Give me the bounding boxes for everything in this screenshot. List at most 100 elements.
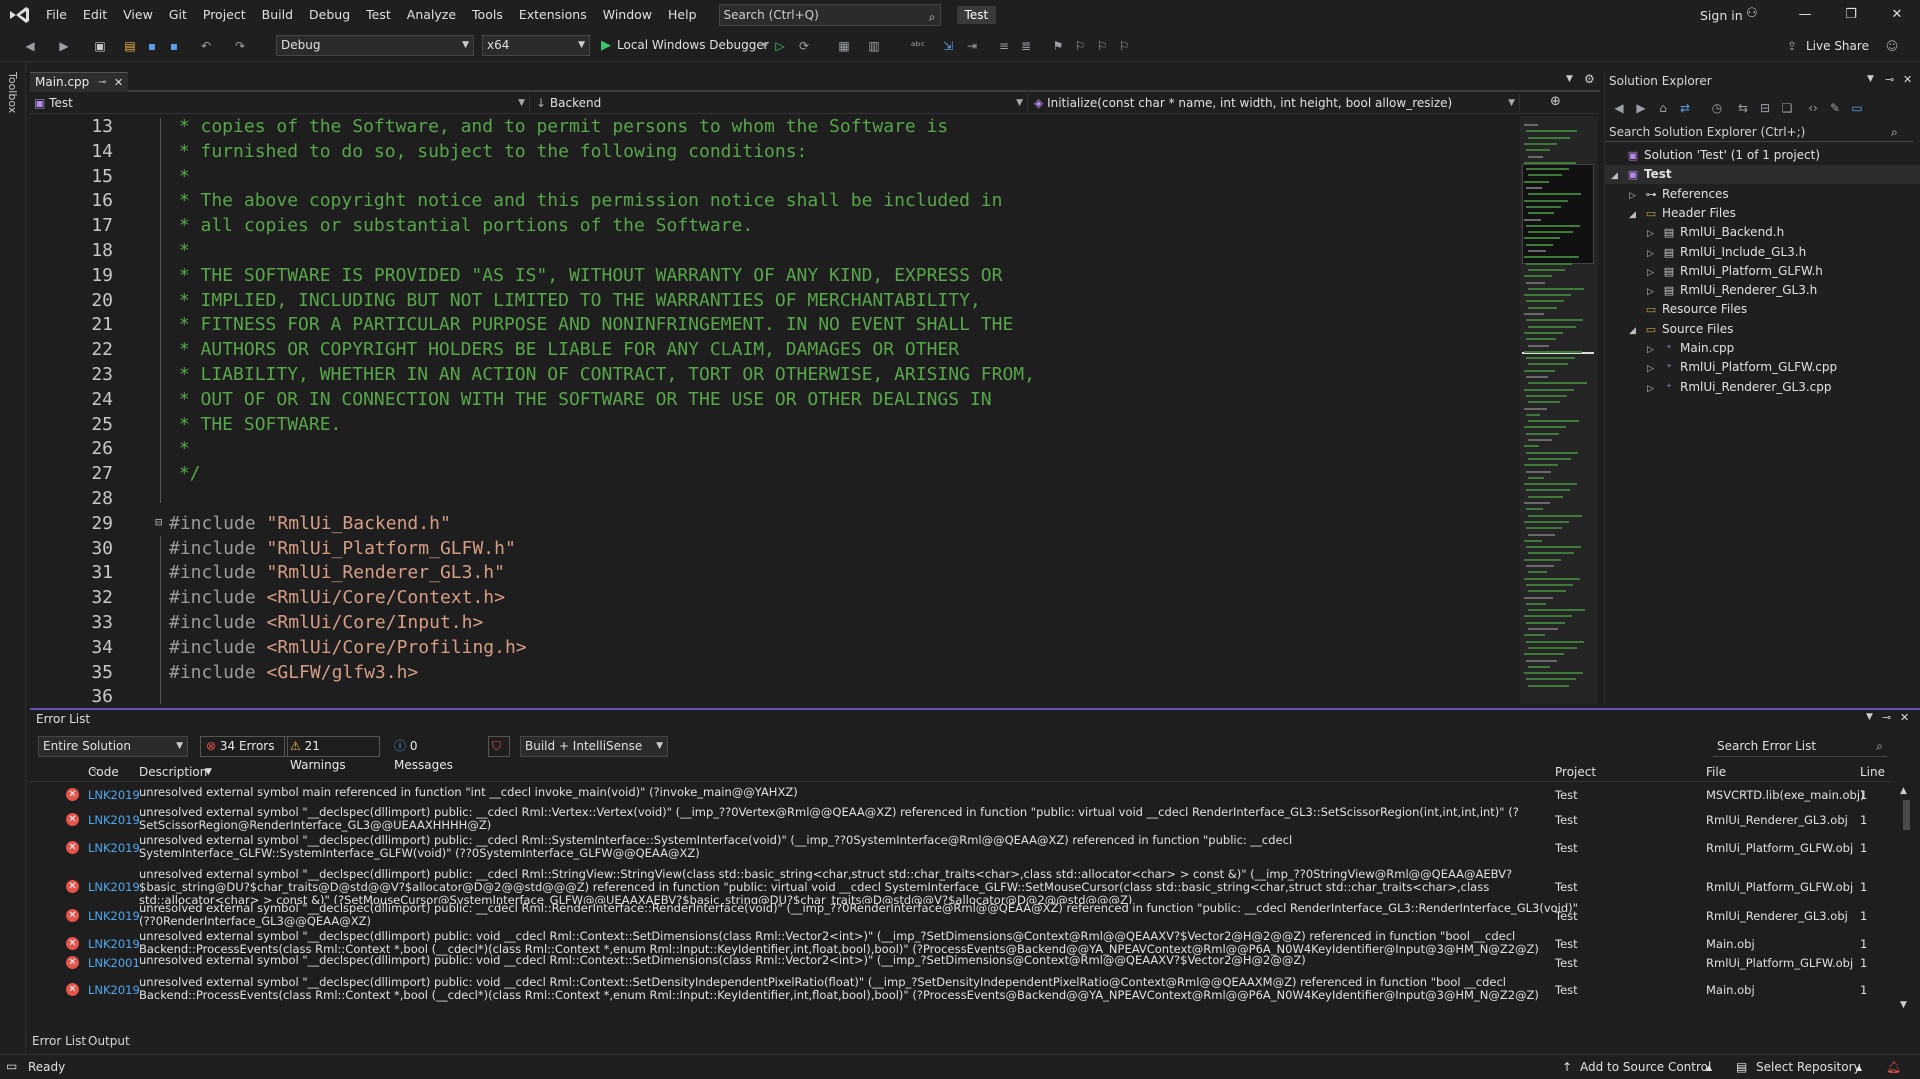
menu-build[interactable]: Build: [254, 0, 301, 30]
tree-item-rmlui-backend-h[interactable]: ▷ ▤ RmlUi_Backend.h: [1605, 223, 1784, 242]
collapsed-icon[interactable]: ▷: [1647, 380, 1661, 399]
notifications-icon[interactable]: 🔔︎: [1886, 1060, 1901, 1074]
close-panel-icon[interactable]: ✕: [1900, 711, 1909, 724]
code-line[interactable]: 19 * THE SOFTWARE IS PROVIDED "AS IS", W…: [30, 265, 1520, 290]
code-line[interactable]: 29 #include "RmlUi_Backend.h": [30, 513, 1520, 538]
live-share-button[interactable]: Live Share: [1806, 39, 1869, 53]
expanded-icon[interactable]: ◢: [1629, 206, 1643, 225]
code-line[interactable]: 27 */: [30, 463, 1520, 488]
tree-item-source-files[interactable]: ◢ ▭ Source Files: [1605, 320, 1733, 339]
bookmark-next-icon[interactable]: ⚐: [1094, 38, 1110, 54]
tree-item-test[interactable]: ◢ ▣ Test: [1605, 165, 1920, 186]
open-folder-icon[interactable]: ▤: [122, 38, 138, 54]
column-description[interactable]: Description: [139, 762, 207, 782]
layout-icon[interactable]: ▥: [866, 38, 882, 54]
chevron-up-icon[interactable]: ▲: [1706, 1063, 1712, 1072]
menu-debug[interactable]: Debug: [301, 0, 358, 30]
spellcheck-icon[interactable]: ᵃᵇᶜ: [910, 38, 926, 54]
chevron-down-icon[interactable]: ▼: [1867, 74, 1874, 84]
start-without-debugging-icon[interactable]: ▷: [772, 38, 788, 54]
uncomment-icon[interactable]: ≣: [1018, 38, 1034, 54]
error-code[interactable]: LNK2019: [88, 813, 140, 827]
project-scope-dropdown[interactable]: ▣ Test ▼: [30, 94, 530, 112]
tree-item-rmlui-include-gl3-h[interactable]: ▷ ▤ RmlUi_Include_GL3.h: [1605, 243, 1806, 262]
chevron-up-icon[interactable]: ▲: [1856, 1063, 1862, 1072]
table-row[interactable]: ✕ LNK2019 unresolved external symbol "__de…: [30, 834, 1890, 860]
column-file[interactable]: File: [1706, 762, 1726, 782]
comment-icon[interactable]: ≡: [996, 38, 1012, 54]
split-editor-icon[interactable]: ⊕: [1550, 94, 1561, 109]
step-icon[interactable]: ⇲: [940, 38, 956, 54]
pin-icon[interactable]: ⊸: [1882, 711, 1891, 724]
collapsed-icon[interactable]: ▷: [1647, 360, 1661, 379]
tree-item-rmlui-platform-glfw-cpp[interactable]: ▷ ⁺ RmlUi_Platform_GLFW.cpp: [1605, 358, 1837, 377]
feedback-icon[interactable]: ☺: [1884, 38, 1900, 54]
menu-view[interactable]: View: [115, 0, 161, 30]
menu-test[interactable]: Test: [358, 0, 399, 30]
scroll-down-icon[interactable]: ▼: [1900, 1000, 1907, 1010]
menu-help[interactable]: Help: [660, 0, 705, 30]
code-line[interactable]: 15 *: [30, 166, 1520, 191]
bookmark-prev-icon[interactable]: ⚐: [1072, 38, 1088, 54]
code-line[interactable]: 18 *: [30, 240, 1520, 265]
tab-main-cpp[interactable]: Main.cpp ⊸ ✕: [30, 72, 128, 92]
tree-item-solution-test-1-of-1-project[interactable]: ▣ Solution 'Test' (1 of 1 project): [1605, 146, 1820, 165]
expanded-icon[interactable]: ◢: [1629, 322, 1643, 341]
show-all-files-icon[interactable]: ❏: [1779, 100, 1795, 116]
menu-file[interactable]: File: [38, 0, 75, 30]
menu-git[interactable]: Git: [161, 0, 195, 30]
bookmark-icon[interactable]: ⚑: [1050, 38, 1066, 54]
minimap-scrollbar[interactable]: [1520, 116, 1598, 704]
menu-project[interactable]: Project: [195, 0, 254, 30]
configuration-select[interactable]: Debug ▼: [276, 35, 474, 56]
expanded-icon[interactable]: ◢: [1611, 167, 1625, 186]
platform-select[interactable]: x64 ▼: [482, 35, 590, 56]
tree-item-rmlui-renderer-gl3-cpp[interactable]: ▷ ⁺ RmlUi_Renderer_GL3.cpp: [1605, 378, 1832, 397]
error-code[interactable]: LNK2019: [88, 788, 140, 802]
error-code[interactable]: LNK2019: [88, 841, 140, 855]
column-project[interactable]: Project: [1555, 762, 1596, 782]
history-icon[interactable]: ◷: [1709, 100, 1725, 116]
column-line[interactable]: Line: [1860, 762, 1885, 782]
chevron-down-icon[interactable]: ▼: [1566, 74, 1573, 84]
sign-in-link[interactable]: Sign in: [1700, 8, 1743, 23]
error-list-scrollbar[interactable]: ▲ ▼: [1900, 786, 1912, 1014]
table-row[interactable]: ✕ LNK2019 unresolved external symbol "__de…: [30, 806, 1890, 832]
build-intellisense-select[interactable]: Build + IntelliSense ▼: [520, 736, 668, 757]
scope-select[interactable]: Entire Solution ▼: [38, 736, 188, 757]
wrench-icon[interactable]: ✎: [1827, 100, 1843, 116]
code-text-area[interactable]: ⊟ 13 * copies of the Software, and to pe…: [30, 116, 1520, 704]
code-line[interactable]: 25 * THE SOFTWARE.: [30, 414, 1520, 439]
minimize-icon[interactable]: —: [1782, 0, 1828, 30]
table-row[interactable]: ✕ LNK2019 unresolved external symbol "__de…: [30, 902, 1890, 928]
error-code[interactable]: LNK2001: [88, 956, 140, 970]
table-row[interactable]: ✕ LNK2019 unresolved external symbol "__de…: [30, 930, 1890, 956]
global-search-input[interactable]: Search (Ctrl+Q) ⌕: [718, 4, 941, 26]
code-line[interactable]: 21 * FITNESS FOR A PARTICULAR PURPOSE AN…: [30, 314, 1520, 339]
errors-filter-toggle[interactable]: ⊗ 34 Errors: [200, 736, 288, 757]
save-icon[interactable]: ▪: [144, 38, 160, 54]
code-line[interactable]: 24 * OUT OF OR IN CONNECTION WITH THE SO…: [30, 389, 1520, 414]
code-line[interactable]: 36: [30, 686, 1520, 704]
table-row[interactable]: ✕ LNK2019 unresolved external symbol "__de…: [30, 976, 1890, 1002]
code-line[interactable]: 30 #include "RmlUi_Platform_GLFW.h": [30, 538, 1520, 563]
error-code[interactable]: LNK2019: [88, 880, 140, 894]
start-debugger-button[interactable]: Local Windows Debugger: [617, 38, 769, 52]
back-icon[interactable]: ◀: [22, 38, 38, 54]
code-line[interactable]: 26 *: [30, 438, 1520, 463]
chevron-down-icon[interactable]: ▼: [1866, 712, 1873, 722]
column-code[interactable]: Code: [88, 762, 119, 782]
code-view-icon[interactable]: ‹›: [1805, 100, 1821, 116]
switch-views-icon[interactable]: ⇄: [1677, 100, 1693, 116]
error-code[interactable]: LNK2019: [88, 983, 140, 997]
bookmark-clear-icon[interactable]: ⚐: [1116, 38, 1132, 54]
forward-icon[interactable]: ▶: [56, 38, 72, 54]
add-source-control-button[interactable]: Add to Source Control: [1580, 1060, 1711, 1074]
pin-icon[interactable]: ⊸: [98, 73, 106, 92]
restore-icon[interactable]: ❐: [1828, 0, 1874, 30]
collapsed-icon[interactable]: ▷: [1629, 187, 1643, 206]
code-line[interactable]: 23 * LIABILITY, WHETHER IN AN ACTION OF …: [30, 364, 1520, 389]
tree-item-references[interactable]: ▷ ⊶ References: [1605, 185, 1729, 204]
collapsed-icon[interactable]: ▷: [1647, 225, 1661, 244]
sync-icon[interactable]: ⇆: [1735, 100, 1751, 116]
